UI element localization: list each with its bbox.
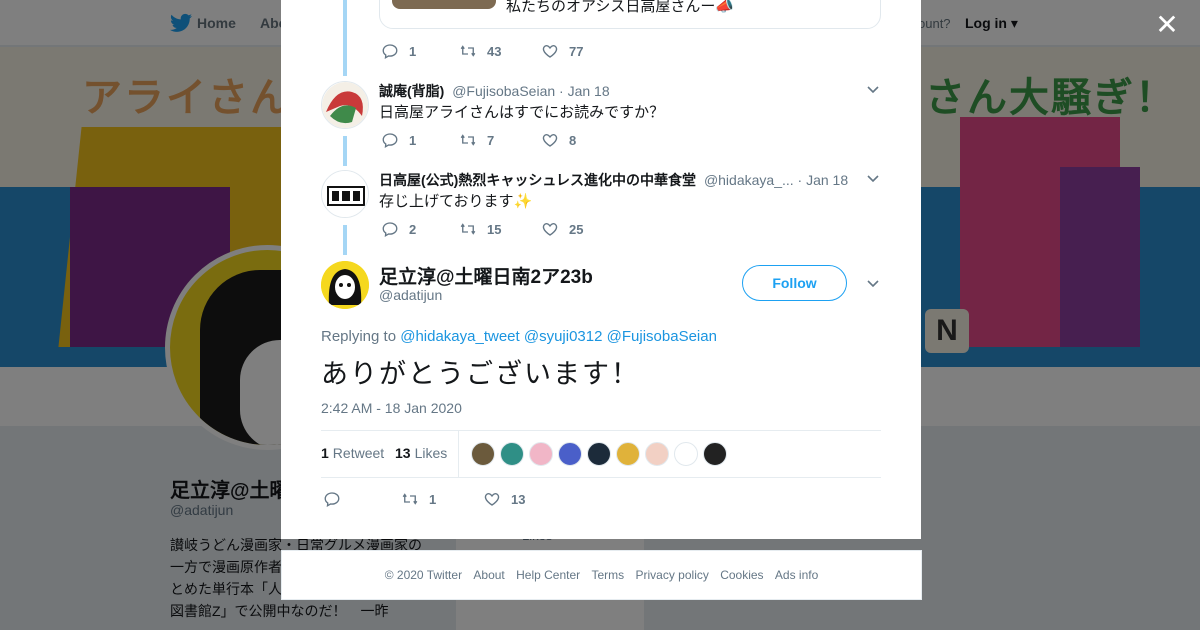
retweet-stat-label: Retweet: [332, 445, 385, 461]
reply-count: 2: [409, 221, 417, 237]
avatar-image: [321, 261, 369, 309]
retweet-action[interactable]: 1: [401, 488, 436, 510]
retweet-icon: [460, 45, 476, 57]
avatar-image: [322, 82, 368, 128]
retweet-stat-count: 1: [321, 445, 329, 461]
like-action[interactable]: 77: [541, 40, 583, 62]
media-thumbnail: [392, 0, 496, 9]
replying-label: Replying to: [321, 328, 397, 345]
retweet-action[interactable]: 43: [459, 40, 501, 62]
footer-link-cookies[interactable]: Cookies: [720, 568, 763, 582]
hidakaya-logo-image: [322, 171, 368, 217]
reply-icon: [382, 133, 398, 148]
retweet-action[interactable]: 7: [459, 129, 494, 151]
close-icon[interactable]: ✕: [1152, 10, 1182, 40]
retweet-count: 1: [429, 491, 437, 507]
liker-avatars: [471, 442, 732, 466]
mention-link[interactable]: @FujisobaSeian: [607, 328, 717, 345]
footer-link-ads-info[interactable]: Ads info: [775, 568, 818, 582]
chevron-down-icon[interactable]: [866, 83, 880, 97]
reply-count: 1: [409, 132, 417, 148]
main-handle[interactable]: @adatijun: [379, 287, 442, 303]
thread-line: [343, 0, 347, 76]
reply-action[interactable]: [323, 488, 341, 510]
liker-avatar[interactable]: [587, 442, 611, 466]
retweet-count: 15: [487, 221, 502, 237]
footer-link-privacy[interactable]: Privacy policy: [636, 568, 709, 582]
like-count: 25: [569, 221, 584, 237]
timestamp[interactable]: · Jan 18: [559, 83, 610, 99]
heart-icon: [542, 45, 558, 58]
mention-link[interactable]: @hidakaya_tweet: [400, 328, 519, 345]
reply-action[interactable]: 1: [381, 40, 416, 62]
retweet-icon: [460, 223, 476, 235]
handle[interactable]: @FujisobaSeian: [452, 83, 555, 99]
liker-avatar[interactable]: [616, 442, 640, 466]
reply-action[interactable]: 2: [381, 218, 416, 240]
heart-icon: [542, 134, 558, 147]
liker-avatar[interactable]: [558, 442, 582, 466]
heart-icon: [542, 223, 558, 236]
liker-avatar[interactable]: [674, 442, 698, 466]
tweet-text: 存じ上げております✨: [379, 193, 533, 210]
tweet-header: 誠庵(背脂) @FujisobaSeian · Jan 18: [379, 81, 610, 101]
display-name[interactable]: 誠庵(背脂): [379, 83, 444, 99]
footer-link-terms[interactable]: Terms: [591, 568, 624, 582]
replying-to: Replying to @hidakaya_tweet @syuji0312 @…: [321, 328, 717, 345]
tweet-header: 日高屋(公式)熱烈キャッシュレス進化中の中華食堂 @hidakaya_... ·…: [379, 170, 848, 190]
likes-stat[interactable]: 13 Likes: [395, 445, 447, 461]
footer-copyright: © 2020 Twitter: [384, 568, 463, 582]
main-avatar[interactable]: [321, 261, 369, 309]
chevron-down-icon[interactable]: [866, 277, 880, 291]
handle[interactable]: @hidakaya_...: [704, 172, 794, 188]
like-count: 13: [511, 491, 526, 507]
retweet-stat[interactable]: 1 Retweet: [321, 445, 384, 461]
retweet-icon: [460, 134, 476, 146]
main-timestamp[interactable]: 2:42 AM - 18 Jan 2020: [321, 400, 462, 416]
reply-action[interactable]: 1: [381, 129, 416, 151]
media-caption: 私たちのオアシス日高屋さんー📣: [506, 0, 735, 15]
liker-avatar[interactable]: [529, 442, 553, 466]
footer-link-help-center[interactable]: Help Center: [516, 568, 580, 582]
liker-avatar[interactable]: [500, 442, 524, 466]
heart-icon: [484, 493, 500, 506]
chevron-down-icon[interactable]: [866, 172, 880, 186]
like-action[interactable]: 8: [541, 129, 576, 151]
tweet-text: 日高屋アライさんはすでにお読みですか？: [379, 104, 665, 121]
engagement-stats: 1 Retweet 13 Likes: [321, 430, 881, 478]
avatar[interactable]: [321, 170, 369, 218]
reply-icon: [324, 492, 340, 507]
avatar[interactable]: [321, 81, 369, 129]
display-name[interactable]: 日高屋(公式)熱烈キャッシュレス進化中の中華食堂: [379, 172, 696, 188]
modal-footer: © 2020 Twitter About Help Center Terms P…: [281, 550, 922, 600]
likes-stat-label: Likes: [414, 445, 448, 461]
footer-link-about[interactable]: About: [473, 568, 504, 582]
like-action[interactable]: 13: [483, 488, 525, 510]
like-action[interactable]: 25: [541, 218, 583, 240]
reply-count: 1: [409, 43, 417, 59]
main-display-name[interactable]: 足立淳@土曜日南2ア23b: [379, 262, 593, 289]
mention-link[interactable]: @syuji0312: [524, 328, 603, 345]
reply-icon: [382, 222, 398, 237]
retweet-action[interactable]: 15: [459, 218, 501, 240]
like-count: 77: [569, 43, 584, 59]
follow-button[interactable]: Follow: [742, 265, 847, 301]
retweet-icon: [402, 493, 418, 505]
quoted-media-card[interactable]: 私たちのオアシス日高屋さんー📣: [379, 0, 881, 29]
likes-stat-count: 13: [395, 445, 411, 461]
like-count: 8: [569, 132, 577, 148]
reply-icon: [382, 44, 398, 59]
tweet-modal: 私たちのオアシス日高屋さんー📣 1 43 77 誠庵(背脂) @Fujisoba…: [281, 0, 921, 539]
liker-avatar[interactable]: [703, 442, 727, 466]
timestamp[interactable]: · Jan 18: [798, 172, 849, 188]
liker-avatar[interactable]: [645, 442, 669, 466]
retweet-count: 7: [487, 132, 495, 148]
liker-avatar[interactable]: [471, 442, 495, 466]
retweet-count: 43: [487, 43, 502, 59]
main-tweet-text: ありがとうございます！: [321, 359, 640, 389]
